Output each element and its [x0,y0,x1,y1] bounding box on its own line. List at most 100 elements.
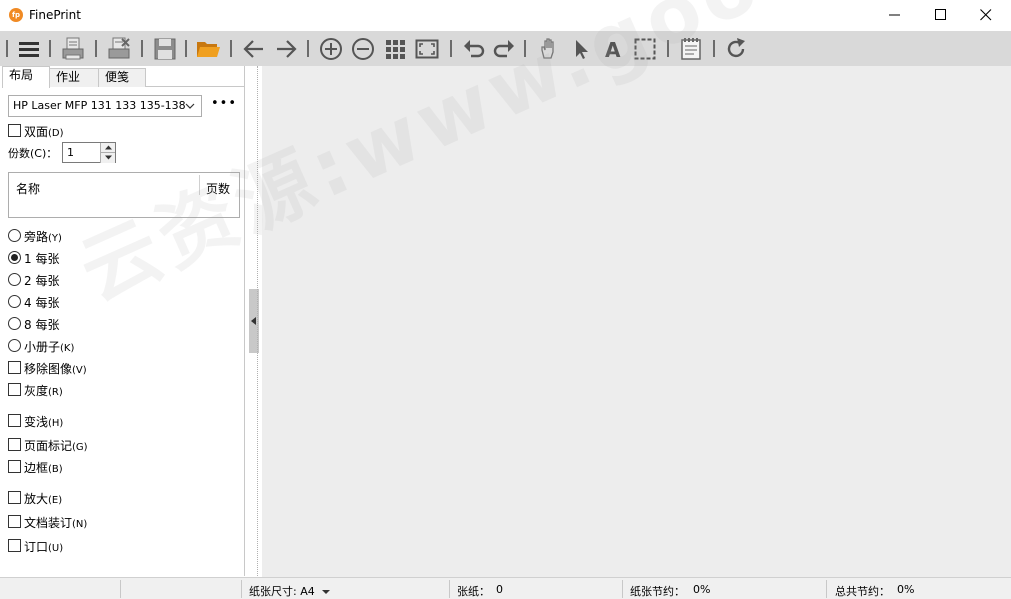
copies-value[interactable]: 1 [67,146,74,159]
refresh-button[interactable] [723,36,749,62]
title-bar: fp FinePrint [0,0,1011,31]
refresh-icon [727,38,745,58]
radio-4-per-sheet[interactable] [8,295,21,308]
sheets-label: 张纸： [457,585,490,598]
pointer-tool-button[interactable] [568,36,594,62]
radio-booklet[interactable] [8,339,21,352]
paper-size-selector[interactable]: 纸张尺寸: A4 [249,583,331,599]
menu-button[interactable] [16,36,42,62]
gutter-checkbox[interactable] [8,539,21,552]
settings-panel: 布局 作业 便笺 HP Laser MFP 131 133 135-138 ••… [2,66,245,576]
remove-images-checkbox[interactable] [8,361,21,374]
radio-8-per-sheet-label: 8 每张 [24,318,60,332]
binding-checkbox[interactable] [8,515,21,528]
zoom-out-button[interactable] [350,36,376,62]
select-region-button[interactable] [632,36,658,62]
sheets-value: 0 [496,583,503,596]
grid-view-icon [386,40,405,59]
total-saved-value: 0% [897,583,915,596]
radio-1-per-sheet-label: 1 每张 [24,252,60,266]
borders-checkbox[interactable] [8,460,21,473]
toolbar-separator [307,40,309,57]
app-logo-icon: fp [9,8,23,22]
zoom-out-icon [352,38,374,60]
notepad-icon [681,38,701,60]
page-marks-checkbox[interactable] [8,438,21,451]
printer-dropdown[interactable]: HP Laser MFP 131 133 135-138 [8,95,202,117]
print-button[interactable] [60,36,86,62]
radio-bypass[interactable] [8,229,21,242]
lighten-checkbox[interactable] [8,414,21,427]
copies-decrement-button[interactable] [100,153,115,163]
radio-2-per-sheet[interactable] [8,273,21,286]
maximize-button[interactable] [918,0,964,31]
toolbar-separator [667,40,669,57]
caret-down-icon [322,590,331,594]
chevron-down-icon [185,103,195,109]
undo-icon [464,40,485,58]
printer-dropdown-value: HP Laser MFP 131 133 135-138 [13,99,186,112]
status-separator [449,580,450,598]
duplex-checkbox[interactable] [8,124,21,137]
undo-button[interactable] [461,36,487,62]
lighten-label: 变浅(H) [24,415,64,429]
panel-divider[interactable] [257,66,258,576]
column-header-pages[interactable]: 页数 [206,180,230,197]
remove-images-label: 移除图像(V) [24,362,87,376]
zoom-in-button[interactable] [318,36,344,62]
paper-size-label: 纸张尺寸: A4 [249,585,315,598]
back-button[interactable] [241,36,267,62]
radio-8-per-sheet[interactable] [8,317,21,330]
total-saved-label: 总共节约： [835,585,890,598]
hand-tool-button[interactable] [536,36,562,62]
menu-icon [19,42,39,57]
printer-more-button[interactable]: ••• [211,96,237,111]
text-tool-button[interactable]: A [600,36,626,62]
maximize-icon [935,9,946,20]
job-list-table[interactable]: 名称 页数 [8,172,240,218]
status-bar: 纸张尺寸: A4 张纸： 0 纸张节约： 0% 总共节约： 0% [0,577,1011,599]
open-folder-button[interactable] [195,36,221,62]
page-marks-label: 页面标记(G) [24,439,88,453]
toolbar-separator [230,40,232,57]
fit-page-button[interactable] [414,36,440,62]
forward-arrow-icon [277,40,297,58]
text-icon: A [605,38,621,61]
redo-button[interactable] [491,36,517,62]
binding-label: 文档装订(N) [24,516,88,530]
print-icon [62,37,84,60]
tab-job[interactable]: 作业 [49,68,99,87]
column-header-name[interactable]: 名称 [16,180,40,197]
save-button[interactable] [152,36,178,62]
paper-saved-label: 纸张节约： [630,585,685,598]
grayscale-checkbox[interactable] [8,383,21,396]
tab-notes[interactable]: 便笺 [98,68,146,87]
redo-icon [493,40,514,58]
enlarge-checkbox[interactable] [8,491,21,504]
toolbar-separator [185,40,187,57]
grid-view-button[interactable] [382,36,408,62]
forward-button[interactable] [273,36,299,62]
svg-text:A: A [605,38,621,61]
column-divider[interactable] [199,175,200,195]
radio-2-per-sheet-label: 2 每张 [24,274,60,288]
tab-layout[interactable]: 布局 [2,66,50,88]
preview-area[interactable] [262,66,1011,577]
toolbar-separator [450,40,452,57]
toolbar: A [0,31,1011,66]
duplex-label: 双面(D) [24,125,64,139]
copies-increment-button[interactable] [100,143,115,153]
close-button[interactable] [963,0,1009,31]
radio-booklet-label: 小册子(K) [24,340,75,354]
copies-stepper[interactable]: 1 [62,142,116,163]
hand-icon [541,38,554,59]
radio-1-per-sheet[interactable] [8,251,21,264]
toolbar-separator [95,40,97,57]
print-delete-button[interactable] [106,36,132,62]
status-separator [622,580,623,598]
minimize-button[interactable] [872,0,918,31]
status-separator [241,580,242,598]
open-folder-icon [197,42,220,57]
notepad-button[interactable] [678,36,704,62]
gutter-label: 订口(U) [24,540,64,554]
